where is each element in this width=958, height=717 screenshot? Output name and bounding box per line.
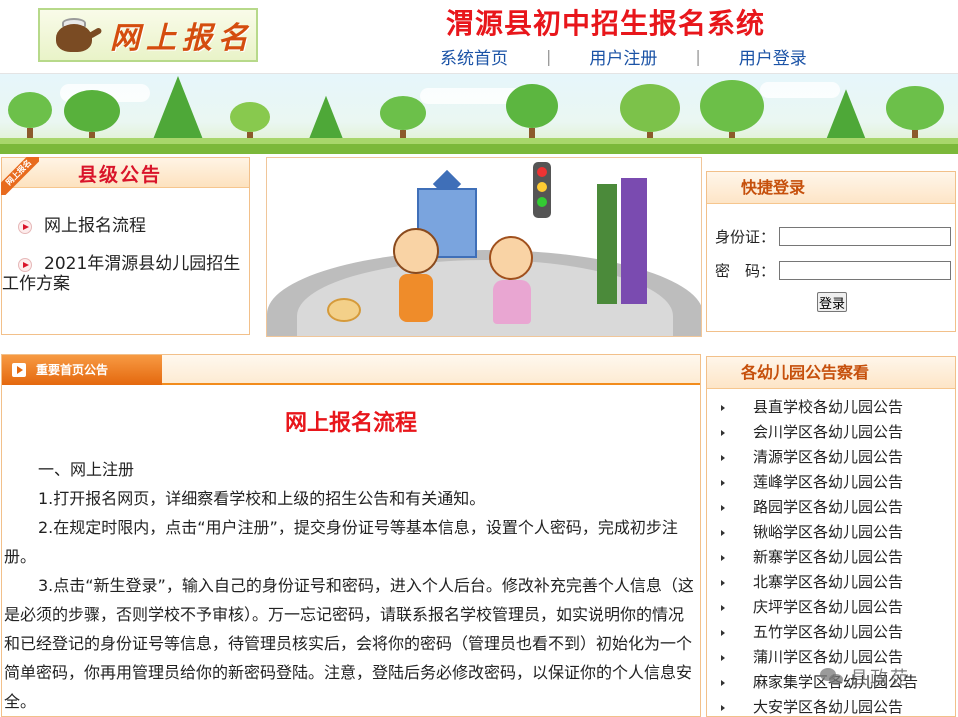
page-header: 网上报名 渭源县初中招生报名系统 系统首页 | 用户注册 | 用户登录	[0, 0, 958, 74]
county-notice-header: 网上报名 县级公告	[1, 157, 249, 195]
kindergarten-link[interactable]: 莲峰学区各幼儿园公告	[707, 470, 955, 495]
corner-ribbon: 网上报名	[1, 157, 39, 195]
quick-login-header: 快捷登录	[707, 172, 955, 204]
notice-link[interactable]: 网上报名流程	[2, 216, 249, 236]
play-bullet-icon	[18, 220, 32, 234]
article-title: 网上报名流程	[284, 411, 417, 436]
kindergarten-link[interactable]: 县直学校各幼儿园公告	[707, 395, 955, 420]
bullet-icon	[721, 530, 725, 536]
site-title: 渭源县初中招生报名系统	[446, 7, 766, 40]
nav-separator: |	[546, 47, 552, 66]
article-paragraph: 一、网上注册	[38, 460, 135, 479]
article-paragraph: 2.在规定时限内，点击“用户注册”，提交身份证号等基本信息，设置个人密码，完成初…	[4, 518, 678, 566]
watermark-text: 县政苑	[850, 668, 910, 689]
wechat-icon	[820, 666, 846, 688]
bullet-icon	[721, 505, 725, 511]
kindergarten-header: 各幼儿园公告察看	[707, 357, 955, 389]
kindergarten-link[interactable]: 庆坪学区各幼儿园公告	[707, 595, 955, 620]
logo-text: 网上报名	[110, 21, 254, 56]
nav-separator: |	[695, 47, 701, 66]
bullet-icon	[721, 405, 725, 411]
bullet-icon	[721, 480, 725, 486]
nav-home-link[interactable]: 系统首页	[440, 44, 508, 69]
bullet-icon	[721, 655, 725, 661]
traffic-light-icon	[533, 162, 551, 218]
bullet-icon	[721, 455, 725, 461]
kindergarten-link[interactable]: 会川学区各幼儿园公告	[707, 420, 955, 445]
girl-figure	[489, 236, 533, 280]
county-notice-title: 县级公告	[78, 164, 163, 186]
quick-login-title: 快捷登录	[741, 178, 806, 197]
article-body: 一、网上注册 1.打开报名网页，详细察看学校和上级的招生公告和有关通知。 2.在…	[2, 455, 700, 716]
password-row: 密 码：	[715, 260, 952, 281]
kindergarten-link[interactable]: 大安学区各幼儿园公告	[707, 695, 955, 716]
main-nav: 系统首页 | 用户注册 | 用户登录	[440, 44, 807, 69]
id-row: 身份证：	[715, 226, 952, 247]
quick-login-panel: 快捷登录 身份证： 密 码： 登录	[706, 171, 956, 332]
password-label: 密 码：	[715, 262, 776, 280]
play-arrow-icon	[12, 363, 26, 377]
kindergarten-link[interactable]: 五竹学区各幼儿园公告	[707, 620, 955, 645]
county-notice-panel: 网上报名 县级公告 网上报名流程 2021年渭源县幼儿园招生工作方案	[1, 157, 250, 335]
article-paragraph: 1.打开报名网页，详细察看学校和上级的招生公告和有关通知。	[38, 489, 486, 508]
bullet-icon	[721, 430, 725, 436]
county-notice-list: 网上报名流程 2021年渭源县幼儿园招生工作方案	[2, 216, 249, 294]
bullet-icon	[721, 630, 725, 636]
kindergarten-link[interactable]: 新寨学区各幼儿园公告	[707, 545, 955, 570]
password-input[interactable]	[779, 261, 952, 280]
id-label: 身份证：	[715, 228, 776, 246]
site-logo[interactable]: 网上报名	[38, 8, 258, 62]
bullet-icon	[721, 680, 725, 686]
teapot-icon	[46, 12, 106, 58]
play-bullet-icon	[18, 258, 32, 272]
bullet-icon	[721, 605, 725, 611]
id-number-input[interactable]	[779, 227, 952, 246]
bullet-icon	[721, 555, 725, 561]
kindergarten-link[interactable]: 清源学区各幼儿园公告	[707, 445, 955, 470]
tab-important-notices[interactable]: 重要首页公告	[2, 355, 162, 385]
kindergarten-notice-panel: 各幼儿园公告察看 县直学校各幼儿园公告 会川学区各幼儿园公告 清源学区各幼儿园公…	[706, 356, 956, 717]
bullet-icon	[721, 705, 725, 711]
main-announcement-panel: 重要首页公告 网上报名流程 一、网上注册 1.打开报名网页，详细察看学校和上级的…	[1, 354, 701, 717]
article-paragraph: 3.点击“新生登录”，输入自己的身份证号和密码，进入个人后台。修改补充完善个人信…	[4, 576, 694, 711]
kindergarten-link[interactable]: 锹峪学区各幼儿园公告	[707, 520, 955, 545]
children-illustration	[266, 157, 702, 337]
nav-login-link[interactable]: 用户登录	[739, 44, 807, 69]
notice-link[interactable]: 2021年渭源县幼儿园招生工作方案	[2, 254, 249, 294]
kindergarten-link[interactable]: 路园学区各幼儿园公告	[707, 495, 955, 520]
kindergarten-link[interactable]: 北寨学区各幼儿园公告	[707, 570, 955, 595]
nav-register-link[interactable]: 用户注册	[589, 44, 657, 69]
kindergarten-title: 各幼儿园公告察看	[741, 363, 870, 382]
boy-figure	[393, 228, 439, 274]
announcement-header: 重要首页公告	[2, 355, 700, 385]
wechat-watermark: 县政苑	[820, 664, 910, 690]
header-banner	[0, 74, 958, 154]
login-button[interactable]: 登录	[817, 292, 847, 312]
bullet-icon	[721, 580, 725, 586]
